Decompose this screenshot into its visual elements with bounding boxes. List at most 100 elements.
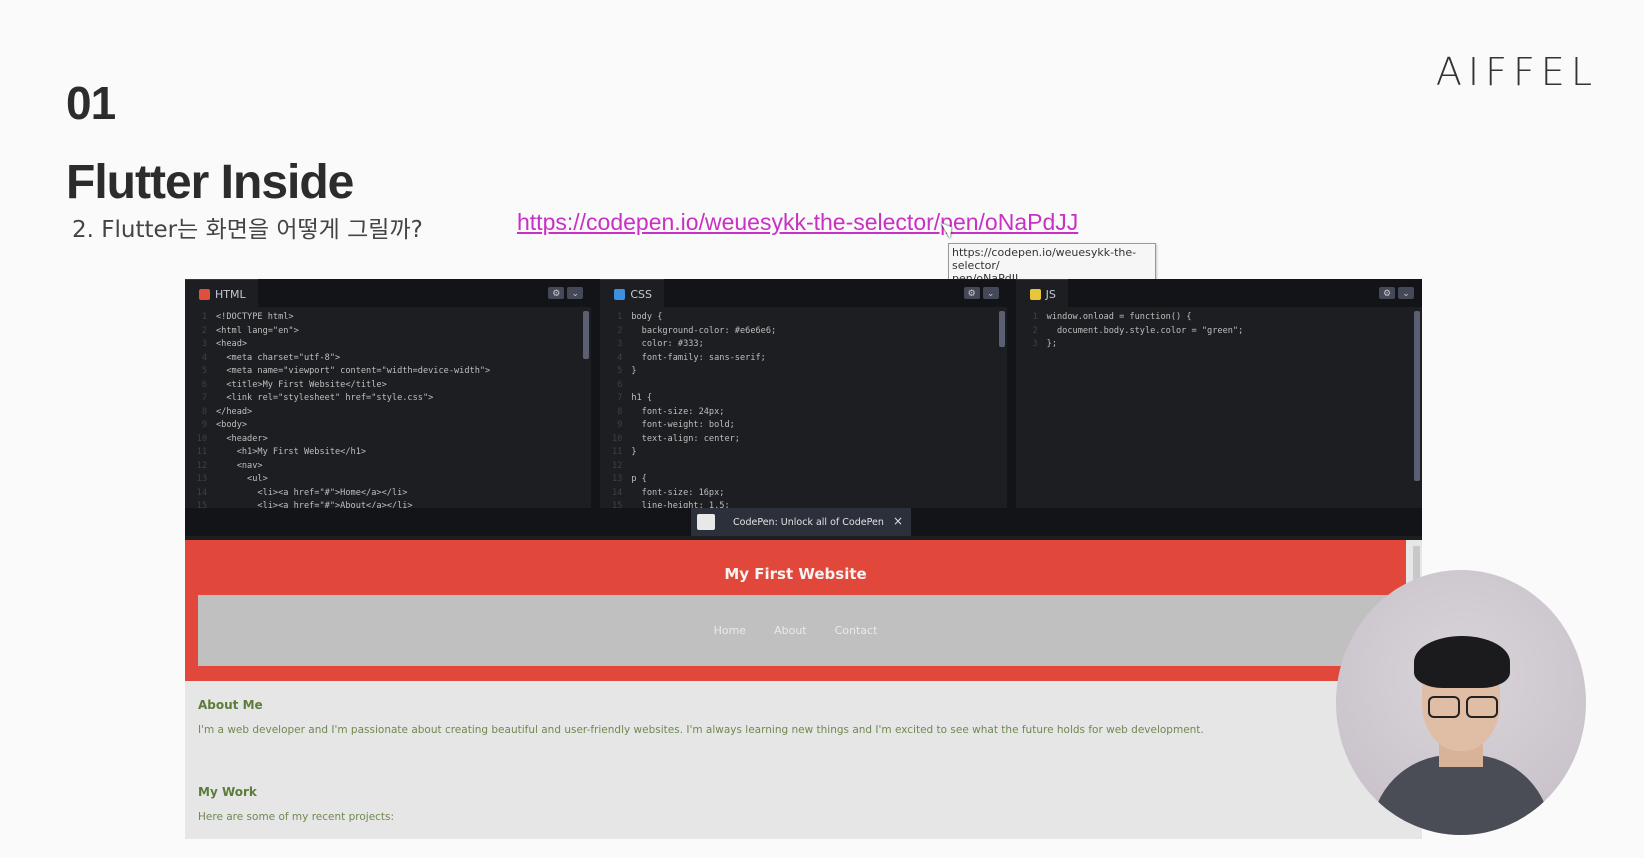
codepen-promo[interactable]: CodePen: Unlock all of CodePen × xyxy=(691,508,911,536)
editor-controls: ⚙ ⌄ xyxy=(548,287,584,299)
line-number: 10 xyxy=(196,433,207,444)
tab-html[interactable]: HTML xyxy=(185,279,258,308)
line-number: 2 xyxy=(1032,325,1038,336)
line-number: 3 xyxy=(201,339,207,349)
html-icon xyxy=(199,288,210,300)
code-line: 12 xyxy=(600,460,1006,474)
presenter-hair xyxy=(1414,636,1510,688)
code-text: <h1>My First Website</h1> xyxy=(216,447,367,457)
line-number: 12 xyxy=(611,460,623,471)
code-text: } xyxy=(631,447,637,457)
code-line: 5 <meta name="viewport" content="width=d… xyxy=(185,365,591,379)
code-text: } xyxy=(631,366,637,376)
line-number: 7 xyxy=(617,393,623,403)
code-text: <!DOCTYPE html> xyxy=(216,312,294,322)
nav-link-contact[interactable]: Contact xyxy=(835,624,878,637)
chevron-down-icon[interactable]: ⌄ xyxy=(567,287,584,299)
presenter-body xyxy=(1371,755,1551,835)
line-number: 15 xyxy=(196,501,207,508)
code-text: font-family: sans-serif; xyxy=(631,352,766,363)
code-line: 5} xyxy=(600,365,1006,379)
code-text: <li><a href="#">Home</a></li> xyxy=(216,487,408,498)
code-line: 14 font-size: 16px; xyxy=(600,487,1006,501)
code-text: h1 { xyxy=(631,393,653,403)
editor-scrollbar[interactable] xyxy=(998,311,1005,347)
code-area[interactable]: 1 body { 2 background-color: #e6e6e6; 3 col… xyxy=(600,307,1006,508)
code-line: 9 <body> xyxy=(185,419,591,433)
code-text: <link rel="stylesheet" href="style.css"> xyxy=(216,393,434,403)
gear-icon[interactable]: ⚙ xyxy=(1378,287,1395,299)
code-line: 2 <html lang="en"> xyxy=(185,325,591,339)
code-line: 2 background-color: #e6e6e6; xyxy=(600,325,1006,339)
code-line: 1 body { xyxy=(600,311,1006,325)
css-icon xyxy=(614,288,626,300)
line-number: 6 xyxy=(201,379,207,390)
line-number: 8 xyxy=(617,406,623,417)
line-number: 9 xyxy=(617,420,623,430)
code-text: <meta charset="utf-8"> xyxy=(216,352,341,363)
aiffel-logo: AIFFEL xyxy=(1435,50,1598,94)
code-text: font-weight: bold; xyxy=(631,420,735,430)
chevron-down-icon[interactable]: ⌄ xyxy=(1397,287,1414,299)
html-editor[interactable]: HTML ⚙ ⌄ 1 <!DOCTYPE html> 2 <html lang="en… xyxy=(185,279,592,508)
code-line: 6 <title>My First Website</title> xyxy=(185,379,591,393)
code-line: 1 window.onload = function() { xyxy=(1016,311,1422,325)
nav-link-home[interactable]: Home xyxy=(714,624,746,637)
nav-link-about[interactable]: About xyxy=(774,624,807,637)
line-number: 13 xyxy=(196,474,207,484)
line-number: 1 xyxy=(201,312,207,322)
about-text: I'm a web developer and I'm passionate a… xyxy=(198,724,1204,736)
code-line: 15 line-height: 1.5; xyxy=(600,500,1006,508)
editor-controls: ⚙ ⌄ xyxy=(963,287,999,299)
code-text: font-size: 16px; xyxy=(631,487,725,498)
code-text: <head> xyxy=(216,339,248,349)
line-number: 4 xyxy=(201,352,207,363)
line-number: 5 xyxy=(201,366,207,376)
editor-scrollbar[interactable] xyxy=(1413,311,1420,481)
code-area[interactable]: 1 <!DOCTYPE html> 2 <html lang="en"> 3 <head>… xyxy=(185,307,591,508)
code-text: document.body.style.color = "green"; xyxy=(1046,325,1244,336)
code-line: 11 <h1>My First Website</h1> xyxy=(185,446,591,460)
code-line: 2 document.body.style.color = "green"; xyxy=(1016,325,1422,339)
line-number: 15 xyxy=(611,501,623,508)
chevron-down-icon[interactable]: ⌄ xyxy=(982,287,999,299)
codepen-link[interactable]: https://codepen.io/weuesykk-the-selector… xyxy=(517,209,1078,236)
tab-js[interactable]: JS xyxy=(1015,279,1068,308)
code-line: 8 </head> xyxy=(185,406,591,420)
css-editor[interactable]: CSS ⚙ ⌄ 1 body { 2 background-color: #e6e6… xyxy=(600,279,1007,508)
result-preview: My First Website Home About Contact Abou… xyxy=(185,540,1422,839)
code-text: color: #333; xyxy=(631,339,704,349)
code-line: 13 p { xyxy=(600,473,1006,487)
code-line: 1 <!DOCTYPE html> xyxy=(185,311,591,325)
gear-icon[interactable]: ⚙ xyxy=(548,287,565,299)
work-heading: My Work xyxy=(198,785,257,799)
tab-css[interactable]: CSS xyxy=(600,279,664,308)
code-line: 3}; xyxy=(1016,338,1422,352)
line-number: 3 xyxy=(617,339,623,349)
js-editor[interactable]: JS ⚙ ⌄ 1 window.onload = function() {2 do… xyxy=(1015,279,1422,508)
about-heading: About Me xyxy=(198,698,263,712)
slide-title: Flutter Inside xyxy=(66,156,354,209)
code-text: line-height: 1.5; xyxy=(631,501,730,508)
close-icon[interactable]: × xyxy=(893,514,903,528)
editor-header: CSS ⚙ ⌄ xyxy=(600,279,1007,308)
code-area[interactable]: 1 window.onload = function() {2 document.… xyxy=(1016,307,1422,352)
editor-scrollbar[interactable] xyxy=(583,311,590,359)
tab-label: JS xyxy=(1045,287,1056,301)
code-line: 6 xyxy=(600,379,1006,393)
presenter-glasses xyxy=(1428,696,1498,718)
line-number: 5 xyxy=(617,366,623,376)
code-line: 10 text-align: center; xyxy=(600,433,1006,447)
code-text: <html lang="en"> xyxy=(216,325,299,336)
promo-bar: CodePen: Unlock all of CodePen × xyxy=(185,508,1422,536)
gear-icon[interactable]: ⚙ xyxy=(963,287,980,299)
code-text: window.onload = function() { xyxy=(1046,312,1192,322)
tab-label: CSS xyxy=(630,287,652,301)
line-number: 1 xyxy=(617,312,623,322)
code-text: <title>My First Website</title> xyxy=(216,379,387,390)
code-text: <nav> xyxy=(216,460,263,471)
line-number: 2 xyxy=(201,325,207,336)
line-number: 13 xyxy=(611,474,623,484)
line-number: 12 xyxy=(196,460,207,471)
code-text: body { xyxy=(631,312,663,322)
